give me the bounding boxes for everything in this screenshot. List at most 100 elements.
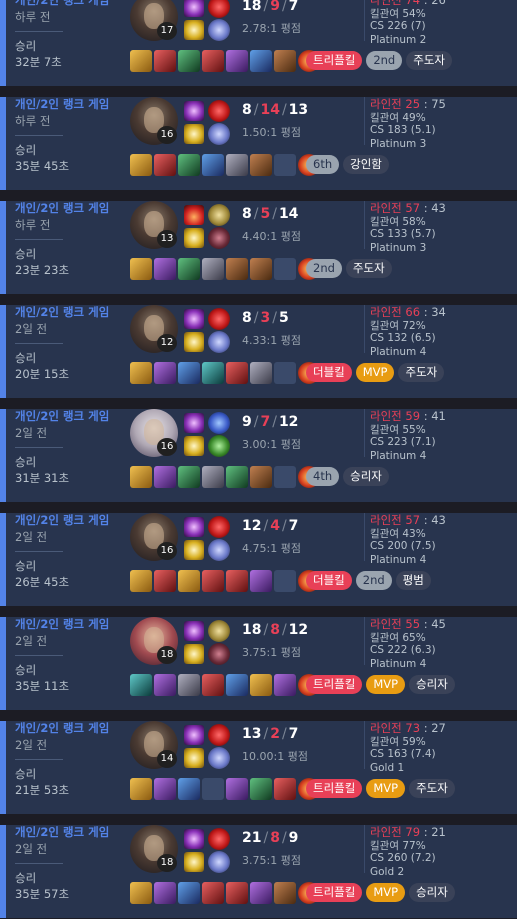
summoner-spell-1-icon[interactable] xyxy=(184,829,204,849)
item-slot-icon[interactable] xyxy=(154,674,176,696)
item-slot-icon[interactable] xyxy=(130,50,152,72)
keystone-rune-icon[interactable] xyxy=(208,516,230,538)
item-slot-icon[interactable] xyxy=(202,466,224,488)
summoner-spell-1-icon[interactable] xyxy=(184,205,204,225)
item-slot-icon[interactable] xyxy=(178,362,200,384)
match-card[interactable]: 개인/2인 랭크 게임 하루 전 승리 23분 23초 13 8/5/14 4.… xyxy=(0,201,517,294)
item-slot-icon[interactable] xyxy=(154,258,176,280)
summoner-spell-2-icon[interactable] xyxy=(184,436,204,456)
item-slot-icon[interactable] xyxy=(274,50,296,72)
item-slot-icon[interactable] xyxy=(130,882,152,904)
summoner-spell-2-icon[interactable] xyxy=(184,852,204,872)
item-slot-icon[interactable] xyxy=(226,466,248,488)
summoner-spell-1-icon[interactable] xyxy=(184,725,204,745)
item-slot-icon[interactable] xyxy=(178,570,200,592)
secondary-rune-icon[interactable] xyxy=(208,539,230,561)
keystone-rune-icon[interactable] xyxy=(208,308,230,330)
match-card[interactable]: 개인/2인 랭크 게임 2일 전 승리 21분 53초 14 13/2/7 10… xyxy=(0,721,517,814)
summoner-spell-1-icon[interactable] xyxy=(184,101,204,121)
summoner-spell-2-icon[interactable] xyxy=(184,228,204,248)
secondary-rune-icon[interactable] xyxy=(208,331,230,353)
item-slot-icon[interactable] xyxy=(202,674,224,696)
keystone-rune-icon[interactable] xyxy=(208,724,230,746)
item-slot-icon[interactable] xyxy=(250,674,272,696)
item-slot-icon[interactable] xyxy=(154,466,176,488)
item-slot-icon[interactable] xyxy=(202,258,224,280)
item-slot-icon[interactable] xyxy=(178,882,200,904)
item-slot-icon[interactable] xyxy=(226,154,248,176)
secondary-rune-icon[interactable] xyxy=(208,19,230,41)
summoner-spell-2-icon[interactable] xyxy=(184,644,204,664)
item-slot-icon[interactable] xyxy=(250,778,272,800)
item-slot-icon[interactable] xyxy=(154,570,176,592)
secondary-rune-icon[interactable] xyxy=(208,747,230,769)
summoner-spell-2-icon[interactable] xyxy=(184,124,204,144)
item-slot-icon[interactable] xyxy=(202,362,224,384)
summoner-spell-1-icon[interactable] xyxy=(184,309,204,329)
secondary-rune-icon[interactable] xyxy=(208,227,230,249)
item-slot-icon[interactable] xyxy=(154,50,176,72)
item-slot-icon[interactable] xyxy=(130,570,152,592)
item-slot-icon[interactable] xyxy=(274,778,296,800)
secondary-rune-icon[interactable] xyxy=(208,435,230,457)
item-slot-icon[interactable] xyxy=(250,570,272,592)
item-slot-icon[interactable] xyxy=(178,154,200,176)
item-slot-icon[interactable] xyxy=(226,778,248,800)
match-card[interactable]: 개인/2인 랭크 게임 2일 전 승리 35분 57초 18 21/8/9 3.… xyxy=(0,825,517,918)
item-slot-icon[interactable] xyxy=(274,882,296,904)
item-slot-icon[interactable] xyxy=(250,362,272,384)
item-slot-icon[interactable] xyxy=(130,778,152,800)
item-slot-icon[interactable] xyxy=(178,258,200,280)
summoner-spell-1-icon[interactable] xyxy=(184,517,204,537)
item-slot-icon[interactable] xyxy=(178,50,200,72)
summoner-spell-1-icon[interactable] xyxy=(184,0,204,17)
item-slot-icon[interactable] xyxy=(226,882,248,904)
keystone-rune-icon[interactable] xyxy=(208,0,230,18)
secondary-rune-icon[interactable] xyxy=(208,123,230,145)
item-slot-icon[interactable] xyxy=(226,258,248,280)
item-slot-icon[interactable] xyxy=(226,362,248,384)
summoner-spell-1-icon[interactable] xyxy=(184,621,204,641)
secondary-rune-icon[interactable] xyxy=(208,851,230,873)
item-slot-icon[interactable] xyxy=(202,570,224,592)
summoner-spell-2-icon[interactable] xyxy=(184,748,204,768)
keystone-rune-icon[interactable] xyxy=(208,620,230,642)
item-slot-icon[interactable] xyxy=(154,778,176,800)
item-slot-icon[interactable] xyxy=(130,674,152,696)
item-slot-icon[interactable] xyxy=(202,154,224,176)
summoner-spell-2-icon[interactable] xyxy=(184,540,204,560)
item-slot-icon[interactable] xyxy=(178,466,200,488)
item-slot-icon[interactable] xyxy=(202,882,224,904)
item-slot-icon[interactable] xyxy=(130,154,152,176)
item-slot-icon[interactable] xyxy=(202,50,224,72)
item-slot-icon[interactable] xyxy=(130,466,152,488)
item-slot-icon[interactable] xyxy=(154,882,176,904)
keystone-rune-icon[interactable] xyxy=(208,204,230,226)
match-card[interactable]: 개인/2인 랭크 게임 2일 전 승리 35분 11초 18 18/8/12 3… xyxy=(0,617,517,710)
summoner-spell-2-icon[interactable] xyxy=(184,20,204,40)
item-slot-icon[interactable] xyxy=(226,674,248,696)
summoner-spell-2-icon[interactable] xyxy=(184,332,204,352)
match-card[interactable]: 개인/2인 랭크 게임 하루 전 승리 35분 45초 16 8/14/13 1… xyxy=(0,97,517,190)
item-slot-icon[interactable] xyxy=(178,674,200,696)
match-card[interactable]: 개인/2인 랭크 게임 2일 전 승리 31분 31초 16 9/7/12 3.… xyxy=(0,409,517,502)
match-card[interactable]: 개인/2인 랭크 게임 2일 전 승리 26분 45초 16 12/4/7 4.… xyxy=(0,513,517,606)
item-slot-icon[interactable] xyxy=(130,258,152,280)
keystone-rune-icon[interactable] xyxy=(208,100,230,122)
item-slot-icon[interactable] xyxy=(154,362,176,384)
item-slot-icon[interactable] xyxy=(250,258,272,280)
item-slot-icon[interactable] xyxy=(130,362,152,384)
item-slot-icon[interactable] xyxy=(178,778,200,800)
item-slot-icon[interactable] xyxy=(250,882,272,904)
summoner-spell-1-icon[interactable] xyxy=(184,413,204,433)
secondary-rune-icon[interactable] xyxy=(208,643,230,665)
match-card[interactable]: 개인/2인 랭크 게임 하루 전 승리 32분 7초 17 18/9/7 2.7… xyxy=(0,0,517,86)
item-slot-icon[interactable] xyxy=(250,154,272,176)
match-card[interactable]: 개인/2인 랭크 게임 2일 전 승리 20분 15초 12 8/3/5 4.3… xyxy=(0,305,517,398)
item-slot-icon[interactable] xyxy=(154,154,176,176)
keystone-rune-icon[interactable] xyxy=(208,412,230,434)
item-slot-icon[interactable] xyxy=(250,466,272,488)
item-slot-icon[interactable] xyxy=(226,50,248,72)
item-slot-icon[interactable] xyxy=(250,50,272,72)
keystone-rune-icon[interactable] xyxy=(208,828,230,850)
